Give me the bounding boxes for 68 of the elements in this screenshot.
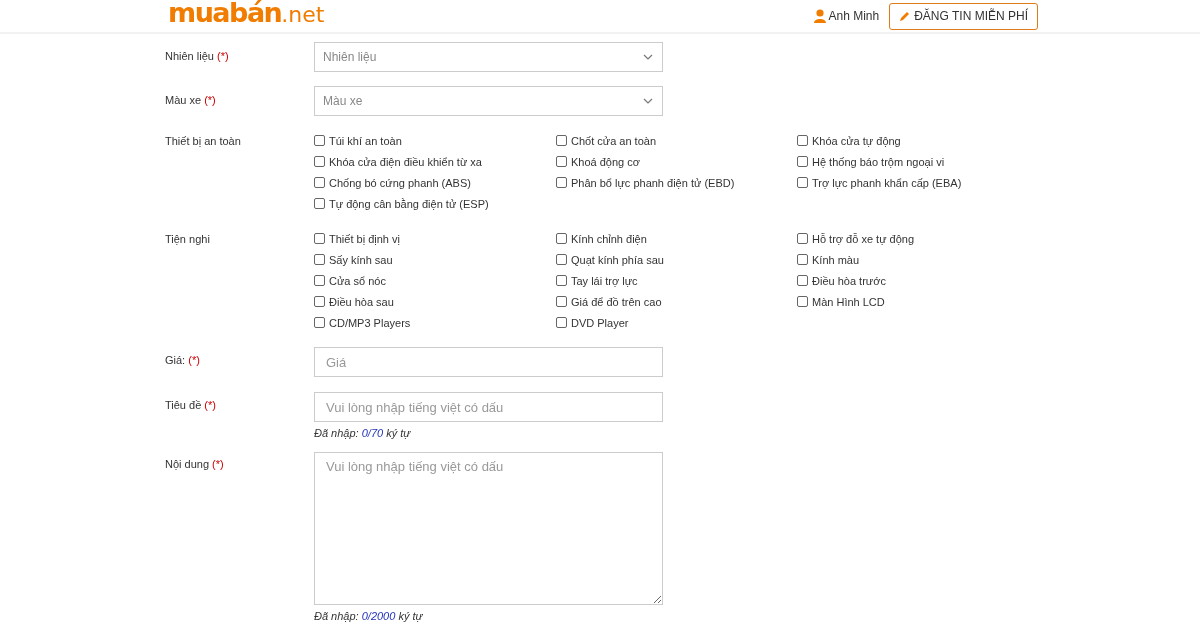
checkbox-label[interactable]: Màn Hình LCD — [812, 295, 885, 308]
checkbox[interactable] — [314, 177, 325, 188]
checkbox-label[interactable]: Quạt kính phía sau — [571, 253, 664, 266]
checkbox-label[interactable]: Hệ thống báo trộm ngoại vi — [812, 155, 945, 168]
checkbox-label[interactable]: Giá để đồ trên cao — [571, 295, 662, 308]
char-counter: Đã nhập: 0/70 ký tự — [314, 427, 412, 439]
post-ad-button[interactable]: ĐĂNG TIN MIỄN PHÍ — [889, 2, 1038, 30]
checkbox[interactable] — [797, 233, 808, 244]
field-label: Nội dung (*) — [165, 457, 225, 472]
char-counter: Đã nhập: 0/2000 ký tự — [314, 610, 424, 622]
checkbox-label[interactable]: Chốt cửa an toàn — [571, 134, 657, 147]
checkbox-label[interactable]: Chống bó cứng phanh (ABS) — [329, 176, 471, 189]
user-icon — [813, 9, 826, 23]
checkbox-label[interactable]: Sấy kính sau — [329, 253, 393, 266]
input-field[interactable]: Vui lòng nhập tiếng việt có dấu — [314, 392, 663, 422]
checkbox-label[interactable]: Trợ lực phanh khẩn cấp (EBA) — [812, 176, 962, 189]
field-label: Tiêu đề (*) — [165, 398, 217, 413]
checkbox-label[interactable]: Cửa sổ nóc — [329, 274, 386, 287]
checkbox[interactable] — [797, 296, 808, 307]
checkbox[interactable] — [797, 275, 808, 286]
checkbox-label[interactable]: Điều hòa sau — [329, 295, 394, 308]
checkbox[interactable] — [314, 156, 325, 167]
checkbox-label[interactable]: Tay lái trợ lực — [571, 274, 638, 287]
checkbox-label[interactable]: Điều hòa trước — [812, 274, 886, 287]
checkbox[interactable] — [797, 177, 808, 188]
checkbox[interactable] — [314, 275, 325, 286]
checkbox-label[interactable]: Túi khí an toàn — [329, 134, 402, 147]
checkbox-label[interactable]: DVD Player — [571, 316, 629, 329]
checkbox[interactable] — [314, 135, 325, 146]
checkbox-label[interactable]: CD/MP3 Players — [329, 316, 411, 329]
checkbox-label[interactable]: Tự động cân bằng điện tử (ESP) — [329, 197, 489, 210]
checkbox-label[interactable]: Khoá động cơ — [571, 155, 640, 168]
checkbox[interactable] — [556, 254, 567, 265]
checkbox[interactable] — [556, 156, 567, 167]
checkbox-label[interactable]: Thiết bị định vị — [329, 232, 400, 245]
field-label: Tiện nghi — [165, 232, 211, 247]
field-label: Giá: (*) — [165, 353, 201, 368]
checkbox[interactable] — [314, 254, 325, 265]
checkbox-label[interactable]: Phân bổ lực phanh điện tử (EBD) — [571, 176, 735, 189]
checkbox-label[interactable]: Kính chỉnh điện — [571, 232, 647, 245]
checkbox-label[interactable]: Kính màu — [812, 253, 860, 266]
checkbox[interactable] — [556, 317, 567, 328]
dropdown[interactable]: Màu xe — [314, 86, 663, 116]
checkbox[interactable] — [556, 296, 567, 307]
checkbox[interactable] — [556, 275, 567, 286]
text-area[interactable]: Vui lòng nhập tiếng việt có dấu — [314, 452, 663, 605]
checkbox[interactable] — [314, 296, 325, 307]
checkbox[interactable] — [314, 198, 325, 209]
field-label: Thiết bị an toàn — [165, 134, 242, 149]
chevron-down-icon — [643, 54, 653, 60]
input-field[interactable]: Giá — [314, 347, 663, 377]
checkbox[interactable] — [556, 233, 567, 244]
user-link[interactable]: Anh Minh — [813, 9, 880, 23]
pencil-icon — [899, 10, 911, 22]
checkbox[interactable] — [797, 254, 808, 265]
checkbox[interactable] — [314, 233, 325, 244]
checkbox[interactable] — [797, 156, 808, 167]
field-label: Màu xe (*) — [165, 93, 217, 108]
chevron-down-icon — [643, 98, 653, 104]
checkbox-label[interactable]: Khóa cửa điện điều khiển từ xa — [329, 155, 482, 168]
checkbox[interactable] — [556, 135, 567, 146]
checkbox-label[interactable]: Hỗ trợ đỗ xe tự động — [812, 232, 915, 245]
field-label: Nhiên liệu (*) — [165, 49, 230, 64]
dropdown[interactable]: Nhiên liệu — [314, 42, 663, 72]
checkbox[interactable] — [797, 135, 808, 146]
checkbox[interactable] — [556, 177, 567, 188]
checkbox-label[interactable]: Khóa cửa tự động — [812, 134, 901, 147]
checkbox[interactable] — [314, 317, 325, 328]
